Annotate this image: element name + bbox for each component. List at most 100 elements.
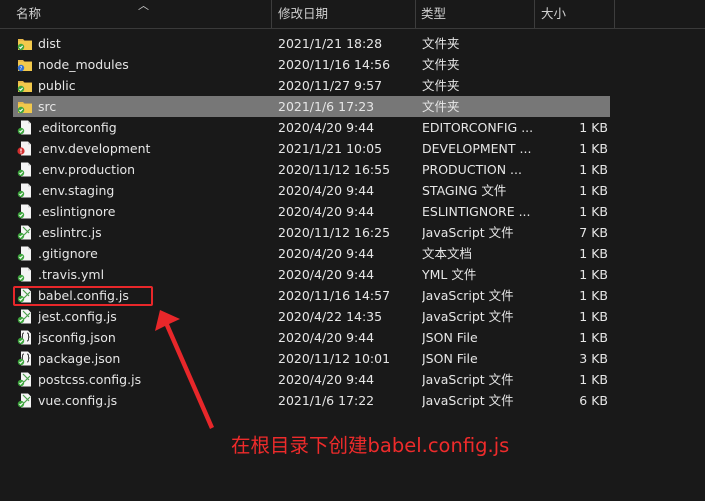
file-size: 1 KB — [579, 141, 608, 156]
file-row[interactable]: jsconfig.json 2020/4/20 9:44 JSON File 1 KB — [0, 327, 705, 348]
file-date: 2021/1/6 17:23 — [278, 99, 375, 114]
file-name[interactable]: vue.config.js — [38, 390, 268, 411]
highlight-box — [13, 286, 153, 306]
file-date: 2020/4/20 9:44 — [278, 204, 375, 219]
file-type: 文件夹 — [422, 99, 460, 114]
file-synced-icon — [17, 204, 33, 219]
file-name[interactable]: src — [38, 96, 268, 117]
file-name[interactable]: package.json — [38, 348, 268, 369]
file-name[interactable]: .eslintignore — [38, 201, 268, 222]
file-size: 1 KB — [579, 372, 608, 387]
file-date: 2020/11/12 10:01 — [278, 351, 391, 366]
file-row[interactable]: .gitignore 2020/4/20 9:44 文本文档 1 KB — [0, 243, 705, 264]
js-file-synced-icon — [17, 393, 33, 408]
file-name[interactable]: .travis.yml — [38, 264, 268, 285]
file-type: JavaScript 文件 — [422, 288, 514, 303]
folder-icon — [17, 99, 33, 114]
file-name[interactable]: dist — [38, 33, 268, 54]
file-date: 2020/4/20 9:44 — [278, 267, 375, 282]
file-date: 2020/4/20 9:44 — [278, 183, 375, 198]
js-file-synced-icon — [17, 372, 33, 387]
file-size: 3 KB — [579, 351, 608, 366]
file-date: 2020/4/20 9:44 — [278, 330, 375, 345]
file-size — [540, 96, 608, 117]
file-row[interactable]: .env.staging 2020/4/20 9:44 STAGING 文件 1 KB — [0, 180, 705, 201]
json-file-synced-icon — [17, 351, 33, 366]
folder-icon — [17, 36, 33, 51]
file-row[interactable]: src 2021/1/6 17:23 文件夹 — [0, 96, 705, 117]
file-size: 1 KB — [579, 183, 608, 198]
file-name[interactable]: .editorconfig — [38, 117, 268, 138]
column-header: ︿ 名称 修改日期 类型 大小 — [0, 0, 705, 29]
file-size — [540, 75, 608, 96]
file-row[interactable]: dist 2021/1/21 18:28 文件夹 — [0, 33, 705, 54]
file-size: 1 KB — [579, 246, 608, 261]
column-divider[interactable] — [415, 0, 416, 28]
file-row[interactable]: postcss.config.js 2020/4/20 9:44 JavaScrip… — [0, 369, 705, 390]
column-size[interactable]: 大小 — [541, 0, 566, 28]
file-row[interactable]: vue.config.js 2021/1/6 17:22 JavaScript 文件… — [0, 390, 705, 411]
file-date: 2020/4/22 14:35 — [278, 309, 383, 324]
column-divider[interactable] — [614, 0, 615, 28]
js-file-synced-icon — [17, 309, 33, 324]
file-size: 1 KB — [579, 204, 608, 219]
folder-sync-icon: ? — [17, 57, 33, 72]
file-row[interactable]: .env.development 2021/1/21 10:05 DEVELOPME… — [0, 138, 705, 159]
folder-icon — [17, 78, 33, 93]
file-date: 2020/11/16 14:56 — [278, 57, 391, 72]
file-list: dist 2021/1/21 18:28 文件夹? node_modules 2020/… — [0, 33, 705, 411]
file-type: JSON File — [422, 330, 478, 345]
file-type: 文件夹 — [422, 57, 460, 72]
file-date: 2020/11/12 16:25 — [278, 225, 391, 240]
file-row[interactable]: public 2020/11/27 9:57 文件夹 — [0, 75, 705, 96]
file-name[interactable]: .env.staging — [38, 180, 268, 201]
svg-text:?: ? — [20, 66, 23, 72]
js-file-synced-icon — [17, 225, 33, 240]
file-row[interactable]: .eslintignore 2020/4/20 9:44 ESLINTIGNORE … — [0, 201, 705, 222]
column-type[interactable]: 类型 — [421, 0, 446, 28]
file-row[interactable]: jest.config.js 2020/4/22 14:35 JavaScript … — [0, 306, 705, 327]
file-type: JavaScript 文件 — [422, 309, 514, 324]
file-size: 1 KB — [579, 120, 608, 135]
file-date: 2020/11/12 16:55 — [278, 162, 391, 177]
file-type: YML 文件 — [422, 267, 477, 282]
file-size: 1 KB — [579, 309, 608, 324]
file-date: 2021/1/21 10:05 — [278, 141, 383, 156]
file-name[interactable]: .env.development — [38, 138, 268, 159]
column-date[interactable]: 修改日期 — [278, 0, 328, 28]
sort-up-icon[interactable]: ︿ — [138, 0, 149, 13]
file-row[interactable]: .travis.yml 2020/4/20 9:44 YML 文件 1 KB — [0, 264, 705, 285]
column-divider[interactable] — [271, 0, 272, 28]
file-name[interactable]: .eslintrc.js — [38, 222, 268, 243]
file-name[interactable]: postcss.config.js — [38, 369, 268, 390]
file-synced-icon — [17, 183, 33, 198]
file-type: 文本文档 — [422, 246, 473, 261]
file-row[interactable]: package.json 2020/11/12 10:01 JSON File 3 K… — [0, 348, 705, 369]
file-size — [540, 33, 608, 54]
file-size — [540, 54, 608, 75]
column-name[interactable]: 名称 — [16, 0, 41, 28]
file-synced-icon — [17, 120, 33, 135]
file-date: 2020/4/20 9:44 — [278, 372, 375, 387]
file-name[interactable]: .gitignore — [38, 243, 268, 264]
file-row[interactable]: ? node_modules 2020/11/16 14:56 文件夹 — [0, 54, 705, 75]
file-row[interactable]: .env.production 2020/11/12 16:55 PRODUCTIO… — [0, 159, 705, 180]
file-size: 1 KB — [579, 162, 608, 177]
file-size: 7 KB — [579, 225, 608, 240]
file-type: EDITORCONFIG ... — [422, 120, 532, 135]
file-date: 2020/11/27 9:57 — [278, 78, 383, 93]
file-type: JavaScript 文件 — [422, 225, 514, 240]
file-row[interactable]: .eslintrc.js 2020/11/12 16:25 JavaScript 文… — [0, 222, 705, 243]
file-row[interactable]: .editorconfig 2020/4/20 9:44 EDITORCONFIG … — [0, 117, 705, 138]
file-name[interactable]: jsconfig.json — [38, 327, 268, 348]
file-synced-icon — [17, 162, 33, 177]
file-name[interactable]: .env.production — [38, 159, 268, 180]
file-type: DEVELOPMENT ... — [422, 141, 532, 156]
file-name[interactable]: public — [38, 75, 268, 96]
file-date: 2021/1/6 17:22 — [278, 393, 375, 408]
column-divider[interactable] — [534, 0, 535, 28]
file-type: PRODUCTION ... — [422, 162, 522, 177]
file-name[interactable]: jest.config.js — [38, 306, 268, 327]
file-name[interactable]: node_modules — [38, 54, 268, 75]
file-type: STAGING 文件 — [422, 183, 507, 198]
